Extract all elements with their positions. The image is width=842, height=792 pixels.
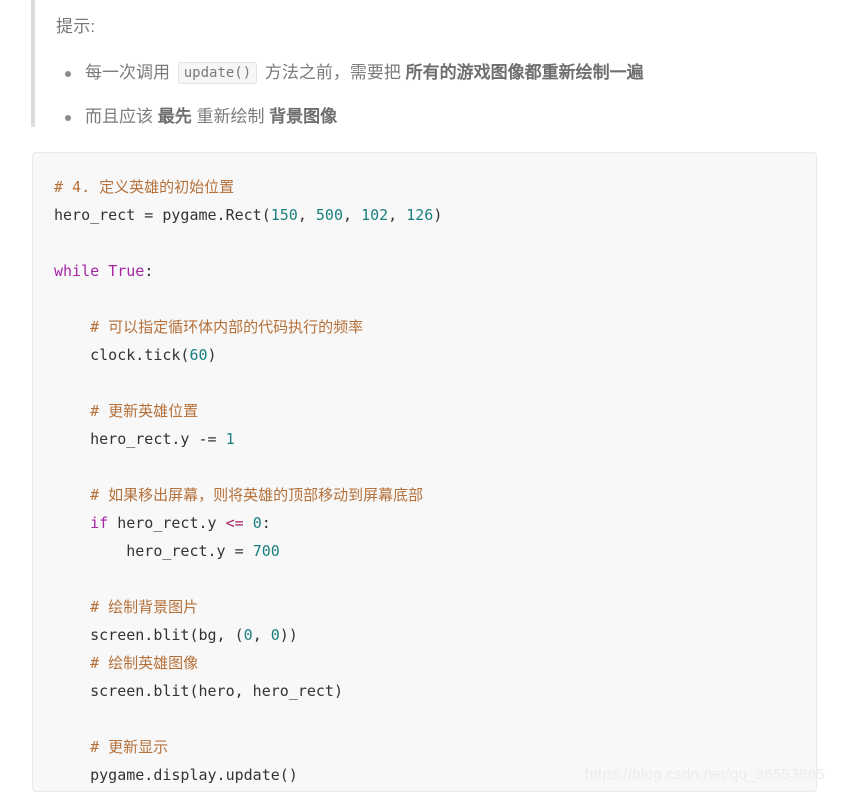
code-token-number: 0 bbox=[270, 626, 280, 644]
code-token-plain: pygame.display.update() bbox=[54, 766, 298, 784]
code-token-comment: # 可以指定循环体内部的代码执行的频率 bbox=[54, 318, 364, 336]
code-token-number: 126 bbox=[406, 206, 434, 224]
code-token-operator: -= bbox=[198, 430, 217, 448]
code-token-plain: ) bbox=[207, 346, 217, 364]
tip-blockquote: 提示: 每一次调用 update() 方法之前，需要把 所有的游戏图像都重新绘制… bbox=[31, 0, 821, 127]
emphasis-text: 最先 bbox=[157, 106, 192, 126]
code-token-plain: screen.blit(hero, hero_rect) bbox=[54, 682, 343, 700]
code-token-number: 60 bbox=[189, 346, 208, 364]
code-token-plain: hero_rect.y bbox=[108, 514, 226, 532]
tip-title: 提示: bbox=[56, 17, 96, 36]
code-token-number: 0 bbox=[252, 514, 262, 532]
code-token-keyword: if bbox=[54, 514, 109, 532]
tip-list: 每一次调用 update() 方法之前，需要把 所有的游戏图像都重新绘制一遍 而… bbox=[56, 62, 821, 127]
plain-text: 重新绘制 bbox=[191, 106, 270, 126]
code-token-comment: # 绘制英雄图像 bbox=[54, 654, 199, 672]
code-token-plain: : bbox=[144, 262, 154, 280]
code-token-number: 102 bbox=[361, 206, 389, 224]
code-token-keyword: True bbox=[108, 262, 145, 280]
code-token-plain: , bbox=[297, 206, 316, 224]
code-token-keyword: while bbox=[54, 262, 100, 280]
code-token-plain: ) bbox=[433, 206, 443, 224]
bullet-icon bbox=[65, 114, 71, 121]
code-token-number: 150 bbox=[270, 206, 298, 224]
code-token-number: 700 bbox=[252, 542, 280, 560]
code-token-comment: # 绘制背景图片 bbox=[54, 598, 199, 616]
list-item: 每一次调用 update() 方法之前，需要把 所有的游戏图像都重新绘制一遍 bbox=[56, 62, 821, 85]
code-token-plain: , bbox=[343, 206, 362, 224]
code-token-plain: screen.blit(bg, ( bbox=[54, 626, 244, 644]
bullet-icon bbox=[65, 71, 71, 78]
emphasis-text: 背景图像 bbox=[269, 106, 338, 126]
code-token-plain: clock.tick( bbox=[54, 346, 190, 364]
code-token-plain: hero_rect = pygame.Rect( bbox=[54, 206, 271, 224]
watermark-url: https://blog.csdn.net/qq_36553865 bbox=[584, 766, 825, 783]
code-token-comment: # 更新显示 bbox=[54, 738, 169, 756]
code-token-plain: : bbox=[261, 514, 271, 532]
plain-text: 方法之前，需要把 bbox=[260, 63, 406, 83]
inline-code: update() bbox=[177, 62, 258, 85]
code-token-comment: # 4. 定义英雄的初始位置 bbox=[54, 178, 235, 196]
list-item: 而且应该 最先 重新绘制 背景图像 bbox=[56, 106, 821, 127]
code-token-plain: hero_rect.y bbox=[54, 430, 199, 448]
code-token-comment: # 更新英雄位置 bbox=[54, 402, 199, 420]
code-token-plain: hero_rect.y = bbox=[54, 542, 253, 560]
code-token-plain: , bbox=[252, 626, 271, 644]
code-token-number: 0 bbox=[243, 626, 253, 644]
list-item-text: 而且应该 最先 重新绘制 背景图像 bbox=[85, 107, 337, 126]
code-token-plain: )) bbox=[279, 626, 298, 644]
code-token-comment: # 如果移出屏幕，则将英雄的顶部移动到屏幕底部 bbox=[54, 486, 424, 504]
plain-text: 而且应该 bbox=[85, 106, 158, 126]
code-token-op-pink: <= bbox=[225, 514, 244, 532]
code-token-number: 1 bbox=[225, 430, 235, 448]
list-item-text: 每一次调用 update() 方法之前，需要把 所有的游戏图像都重新绘制一遍 bbox=[85, 62, 644, 85]
code-content: # 4. 定义英雄的初始位置 hero_rect = pygame.Rect(1… bbox=[54, 173, 816, 789]
emphasis-text: 所有的游戏图像都重新绘制一遍 bbox=[405, 63, 644, 83]
code-token-number: 500 bbox=[315, 206, 343, 224]
plain-text: 每一次调用 bbox=[85, 63, 175, 83]
code-block[interactable]: # 4. 定义英雄的初始位置 hero_rect = pygame.Rect(1… bbox=[32, 152, 817, 792]
code-token-plain: , bbox=[388, 206, 407, 224]
